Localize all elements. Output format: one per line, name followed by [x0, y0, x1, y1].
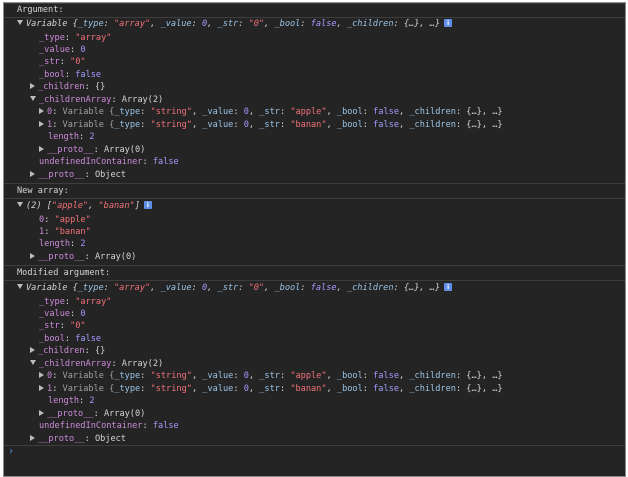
child-item-0[interactable]: 0: Variable {_type: "string", _value: 0,…: [4, 370, 625, 382]
prop-type: _type: "array": [39, 297, 112, 307]
child-item-1[interactable]: 1: Variable {_type: "string", _value: 0,…: [4, 383, 625, 395]
devtools-console: Argument: Variable {_type: "array", _val…: [3, 2, 626, 477]
prop-bool: _bool: false: [39, 334, 102, 344]
expand-triangle-icon[interactable]: [30, 170, 35, 177]
prop-children[interactable]: _children: {}: [4, 81, 625, 93]
expand-triangle-icon[interactable]: [39, 145, 44, 152]
log-label-argument: Argument:: [17, 5, 64, 15]
console-prompt[interactable]: ›: [8, 446, 14, 458]
expand-triangle-icon[interactable]: [17, 284, 23, 289]
expand-triangle-icon[interactable]: [30, 360, 36, 365]
separator: [4, 183, 625, 184]
array-item-1: 1: "banan": [39, 227, 91, 237]
info-icon[interactable]: i: [143, 200, 152, 209]
array-summary[interactable]: (2) ["apple", "banan"] i: [4, 200, 625, 212]
prop-children-array[interactable]: _childrenArray: Array(2): [4, 94, 625, 106]
separator: [4, 445, 625, 446]
prop-bool: _bool: false: [39, 70, 102, 80]
child-item-0[interactable]: 0: Variable {_type: "string", _value: 0,…: [4, 106, 625, 118]
expand-triangle-icon[interactable]: [17, 202, 23, 207]
array-length: length: 2: [39, 239, 86, 249]
prop-undefined-in-container: undefinedInContainer: false: [39, 157, 179, 167]
log-label-new-array: New array:: [17, 186, 69, 196]
info-icon[interactable]: i: [444, 18, 453, 27]
prop-value: _value: 0: [39, 309, 86, 319]
prop-object-proto[interactable]: __proto__: Object: [4, 169, 625, 181]
info-icon[interactable]: i: [444, 282, 453, 291]
prop-array-proto[interactable]: __proto__: Array(0): [4, 408, 625, 420]
object-summary[interactable]: Variable {_type: "array", _value: 0, _st…: [4, 18, 625, 30]
separator: [4, 280, 625, 281]
expand-triangle-icon[interactable]: [17, 20, 23, 25]
log-label-modified-argument: Modified argument:: [17, 268, 111, 278]
prop-str: _str: "0": [39, 321, 86, 331]
object-summary-modified[interactable]: Variable {_type: "array", _value: 0, _st…: [4, 282, 625, 294]
prop-length: length: 2: [48, 132, 95, 142]
expand-triangle-icon[interactable]: [30, 434, 35, 441]
expand-triangle-icon[interactable]: [39, 384, 44, 391]
expand-triangle-icon[interactable]: [39, 371, 44, 378]
prop-object-proto[interactable]: __proto__: Object: [4, 433, 625, 445]
prop-array-proto[interactable]: __proto__: Array(0): [4, 144, 625, 156]
prop-type: _type: "array": [39, 33, 112, 43]
expand-triangle-icon[interactable]: [30, 82, 35, 89]
prop-str: _str: "0": [39, 57, 86, 67]
expand-triangle-icon[interactable]: [39, 120, 44, 127]
separator: [4, 198, 625, 199]
prop-undefined-in-container: undefinedInContainer: false: [39, 421, 179, 431]
prop-children-array[interactable]: _childrenArray: Array(2): [4, 358, 625, 370]
child-item-1[interactable]: 1: Variable {_type: "string", _value: 0,…: [4, 119, 625, 131]
prompt-chevron-icon: ›: [8, 446, 15, 457]
expand-triangle-icon[interactable]: [30, 346, 35, 353]
array-proto[interactable]: __proto__: Array(0): [4, 251, 625, 263]
expand-triangle-icon[interactable]: [30, 96, 36, 101]
expand-triangle-icon[interactable]: [30, 252, 35, 259]
separator: [4, 265, 625, 266]
expand-triangle-icon[interactable]: [39, 409, 44, 416]
array-item-0: 0: "apple": [39, 215, 91, 225]
prop-length: length: 2: [48, 396, 95, 406]
prop-children[interactable]: _children: {}: [4, 345, 625, 357]
expand-triangle-icon[interactable]: [39, 107, 44, 114]
prop-value: _value: 0: [39, 45, 86, 55]
